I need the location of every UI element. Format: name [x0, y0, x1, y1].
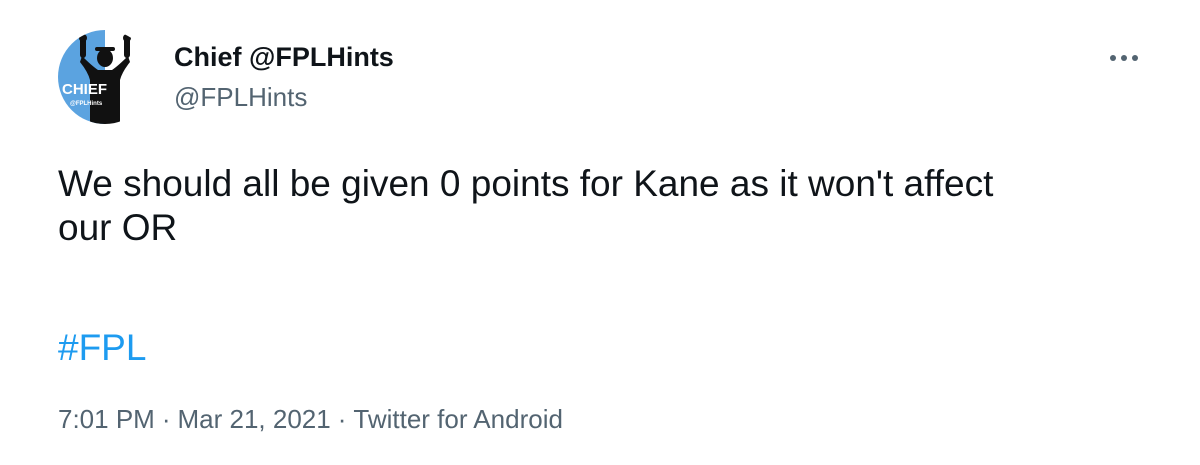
tweet-meta: 7:01 PM · Mar 21, 2021 · Twitter for Android — [58, 404, 563, 435]
hashtag-link[interactable]: #FPL — [58, 326, 146, 370]
avatar-text: CHIEF — [62, 81, 107, 98]
tweet-date[interactable]: Mar 21, 2021 — [178, 404, 331, 434]
meta-separator: · — [161, 404, 171, 434]
avatar[interactable]: CHIEF @FPLHints — [58, 30, 152, 124]
author-display-name[interactable]: Chief @FPLHints — [174, 42, 394, 73]
tweet-text-line: We should all be given 0 points for Kane… — [58, 163, 994, 204]
more-horizontal-icon — [1110, 55, 1138, 61]
avatar-subtext: @FPLHints — [70, 101, 103, 107]
tweet-text: We should all be given 0 points for Kane… — [58, 162, 1158, 250]
more-options-button[interactable] — [1106, 46, 1142, 70]
tweet-card: CHIEF @FPLHints Chief @FPLHints @FPLHint… — [0, 0, 1200, 465]
meta-separator: · — [337, 404, 347, 434]
tweet-source[interactable]: Twitter for Android — [353, 404, 563, 434]
tweet-time[interactable]: 7:01 PM — [58, 404, 155, 434]
author-handle[interactable]: @FPLHints — [174, 82, 307, 113]
avatar-icon: CHIEF @FPLHints — [58, 30, 152, 124]
tweet-text-line: our OR — [58, 207, 178, 248]
